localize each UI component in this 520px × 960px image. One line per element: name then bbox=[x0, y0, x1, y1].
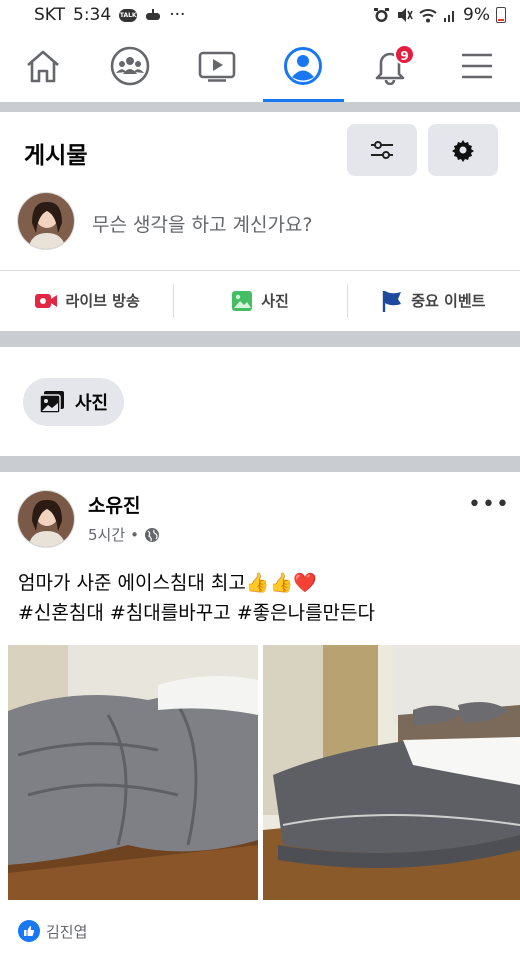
battery-icon bbox=[496, 7, 506, 23]
home-icon bbox=[27, 50, 60, 83]
nav-notifications[interactable]: 9 bbox=[347, 30, 434, 102]
settings-button[interactable] bbox=[428, 124, 498, 176]
life-event-label: 중요 이벤트 bbox=[411, 292, 486, 310]
nav-menu[interactable] bbox=[433, 30, 520, 102]
post-meta: 5시간 • bbox=[88, 524, 160, 545]
alarm-icon bbox=[374, 7, 390, 22]
gear-icon bbox=[452, 140, 474, 162]
post-author-avatar[interactable] bbox=[17, 490, 75, 548]
signal-icon bbox=[444, 11, 455, 22]
post-time[interactable]: 5시간 bbox=[88, 524, 125, 545]
game-controller-icon bbox=[146, 9, 161, 20]
nav-profile[interactable] bbox=[260, 30, 347, 102]
post-text-line: 엄마가 사준 에이스침대 최고👍👍❤️ bbox=[18, 572, 317, 594]
like-icon bbox=[18, 920, 40, 942]
avatar-image bbox=[18, 193, 74, 249]
reactions-summary[interactable]: 김진엽 bbox=[18, 920, 87, 942]
filter-button[interactable] bbox=[347, 124, 417, 176]
flag-icon bbox=[383, 290, 402, 312]
post-hashtags[interactable]: #신혼침대 #침대를바꾸고 #좋은나를만든다 bbox=[18, 598, 375, 628]
notification-badge: 9 bbox=[394, 44, 416, 65]
mute-icon bbox=[398, 8, 413, 22]
post-photo-1[interactable] bbox=[8, 645, 258, 900]
top-navigation: 9 bbox=[0, 30, 520, 102]
clock-label: 5:34 bbox=[73, 5, 112, 25]
meta-separator: • bbox=[130, 525, 140, 544]
post-options-button[interactable]: ••• bbox=[468, 492, 510, 517]
bed-photo-image bbox=[8, 645, 258, 900]
nav-groups[interactable] bbox=[87, 30, 174, 102]
posts-section-title: 게시물 bbox=[24, 143, 88, 169]
post-body: 엄마가 사준 에이스침대 최고👍👍❤️ #신혼침대 #침대를바꾸고 #좋은나를만… bbox=[18, 568, 375, 628]
bed-photo-image bbox=[263, 645, 520, 900]
photo-album-icon bbox=[39, 391, 64, 414]
avatar-image bbox=[18, 491, 74, 547]
profile-icon bbox=[284, 47, 323, 85]
kakaotalk-icon: TALK bbox=[119, 8, 138, 22]
liker-name: 김진엽 bbox=[46, 922, 88, 941]
photo-label: 사진 bbox=[261, 292, 289, 310]
sliders-icon bbox=[371, 141, 393, 159]
nav-watch[interactable] bbox=[173, 30, 260, 102]
composer-avatar[interactable] bbox=[17, 192, 75, 250]
section-divider bbox=[0, 456, 520, 472]
battery-percent: 9% bbox=[463, 5, 490, 25]
live-video-label: 라이브 방송 bbox=[65, 292, 140, 310]
carrier-label: SKT bbox=[34, 5, 66, 25]
more-notifications-label: ··· bbox=[169, 5, 186, 25]
watch-icon bbox=[198, 51, 235, 82]
photo-icon bbox=[232, 290, 253, 311]
composer-input[interactable]: 무슨 생각을 하고 계신가요? bbox=[92, 210, 312, 237]
status-bar: SKT 5:34 TALK ··· 9% bbox=[0, 0, 520, 30]
wifi-icon bbox=[419, 8, 437, 22]
section-divider bbox=[0, 331, 520, 347]
post-photo-2[interactable] bbox=[263, 645, 520, 900]
live-video-icon bbox=[34, 293, 57, 308]
groups-icon bbox=[110, 46, 150, 86]
live-video-button[interactable]: 라이브 방송 bbox=[0, 284, 173, 318]
photos-chip[interactable]: 사진 bbox=[23, 378, 125, 426]
composer-actions: 라이브 방송 사진 중요 이벤트 bbox=[0, 270, 520, 330]
menu-icon bbox=[461, 53, 492, 79]
life-event-button[interactable]: 중요 이벤트 bbox=[346, 283, 520, 318]
nav-home[interactable] bbox=[0, 30, 87, 102]
post-author-name[interactable]: 소유진 bbox=[88, 491, 140, 518]
section-divider bbox=[0, 102, 520, 112]
globe-icon bbox=[145, 527, 160, 542]
photos-chip-label: 사진 bbox=[75, 393, 109, 414]
photo-button[interactable]: 사진 bbox=[173, 283, 346, 318]
